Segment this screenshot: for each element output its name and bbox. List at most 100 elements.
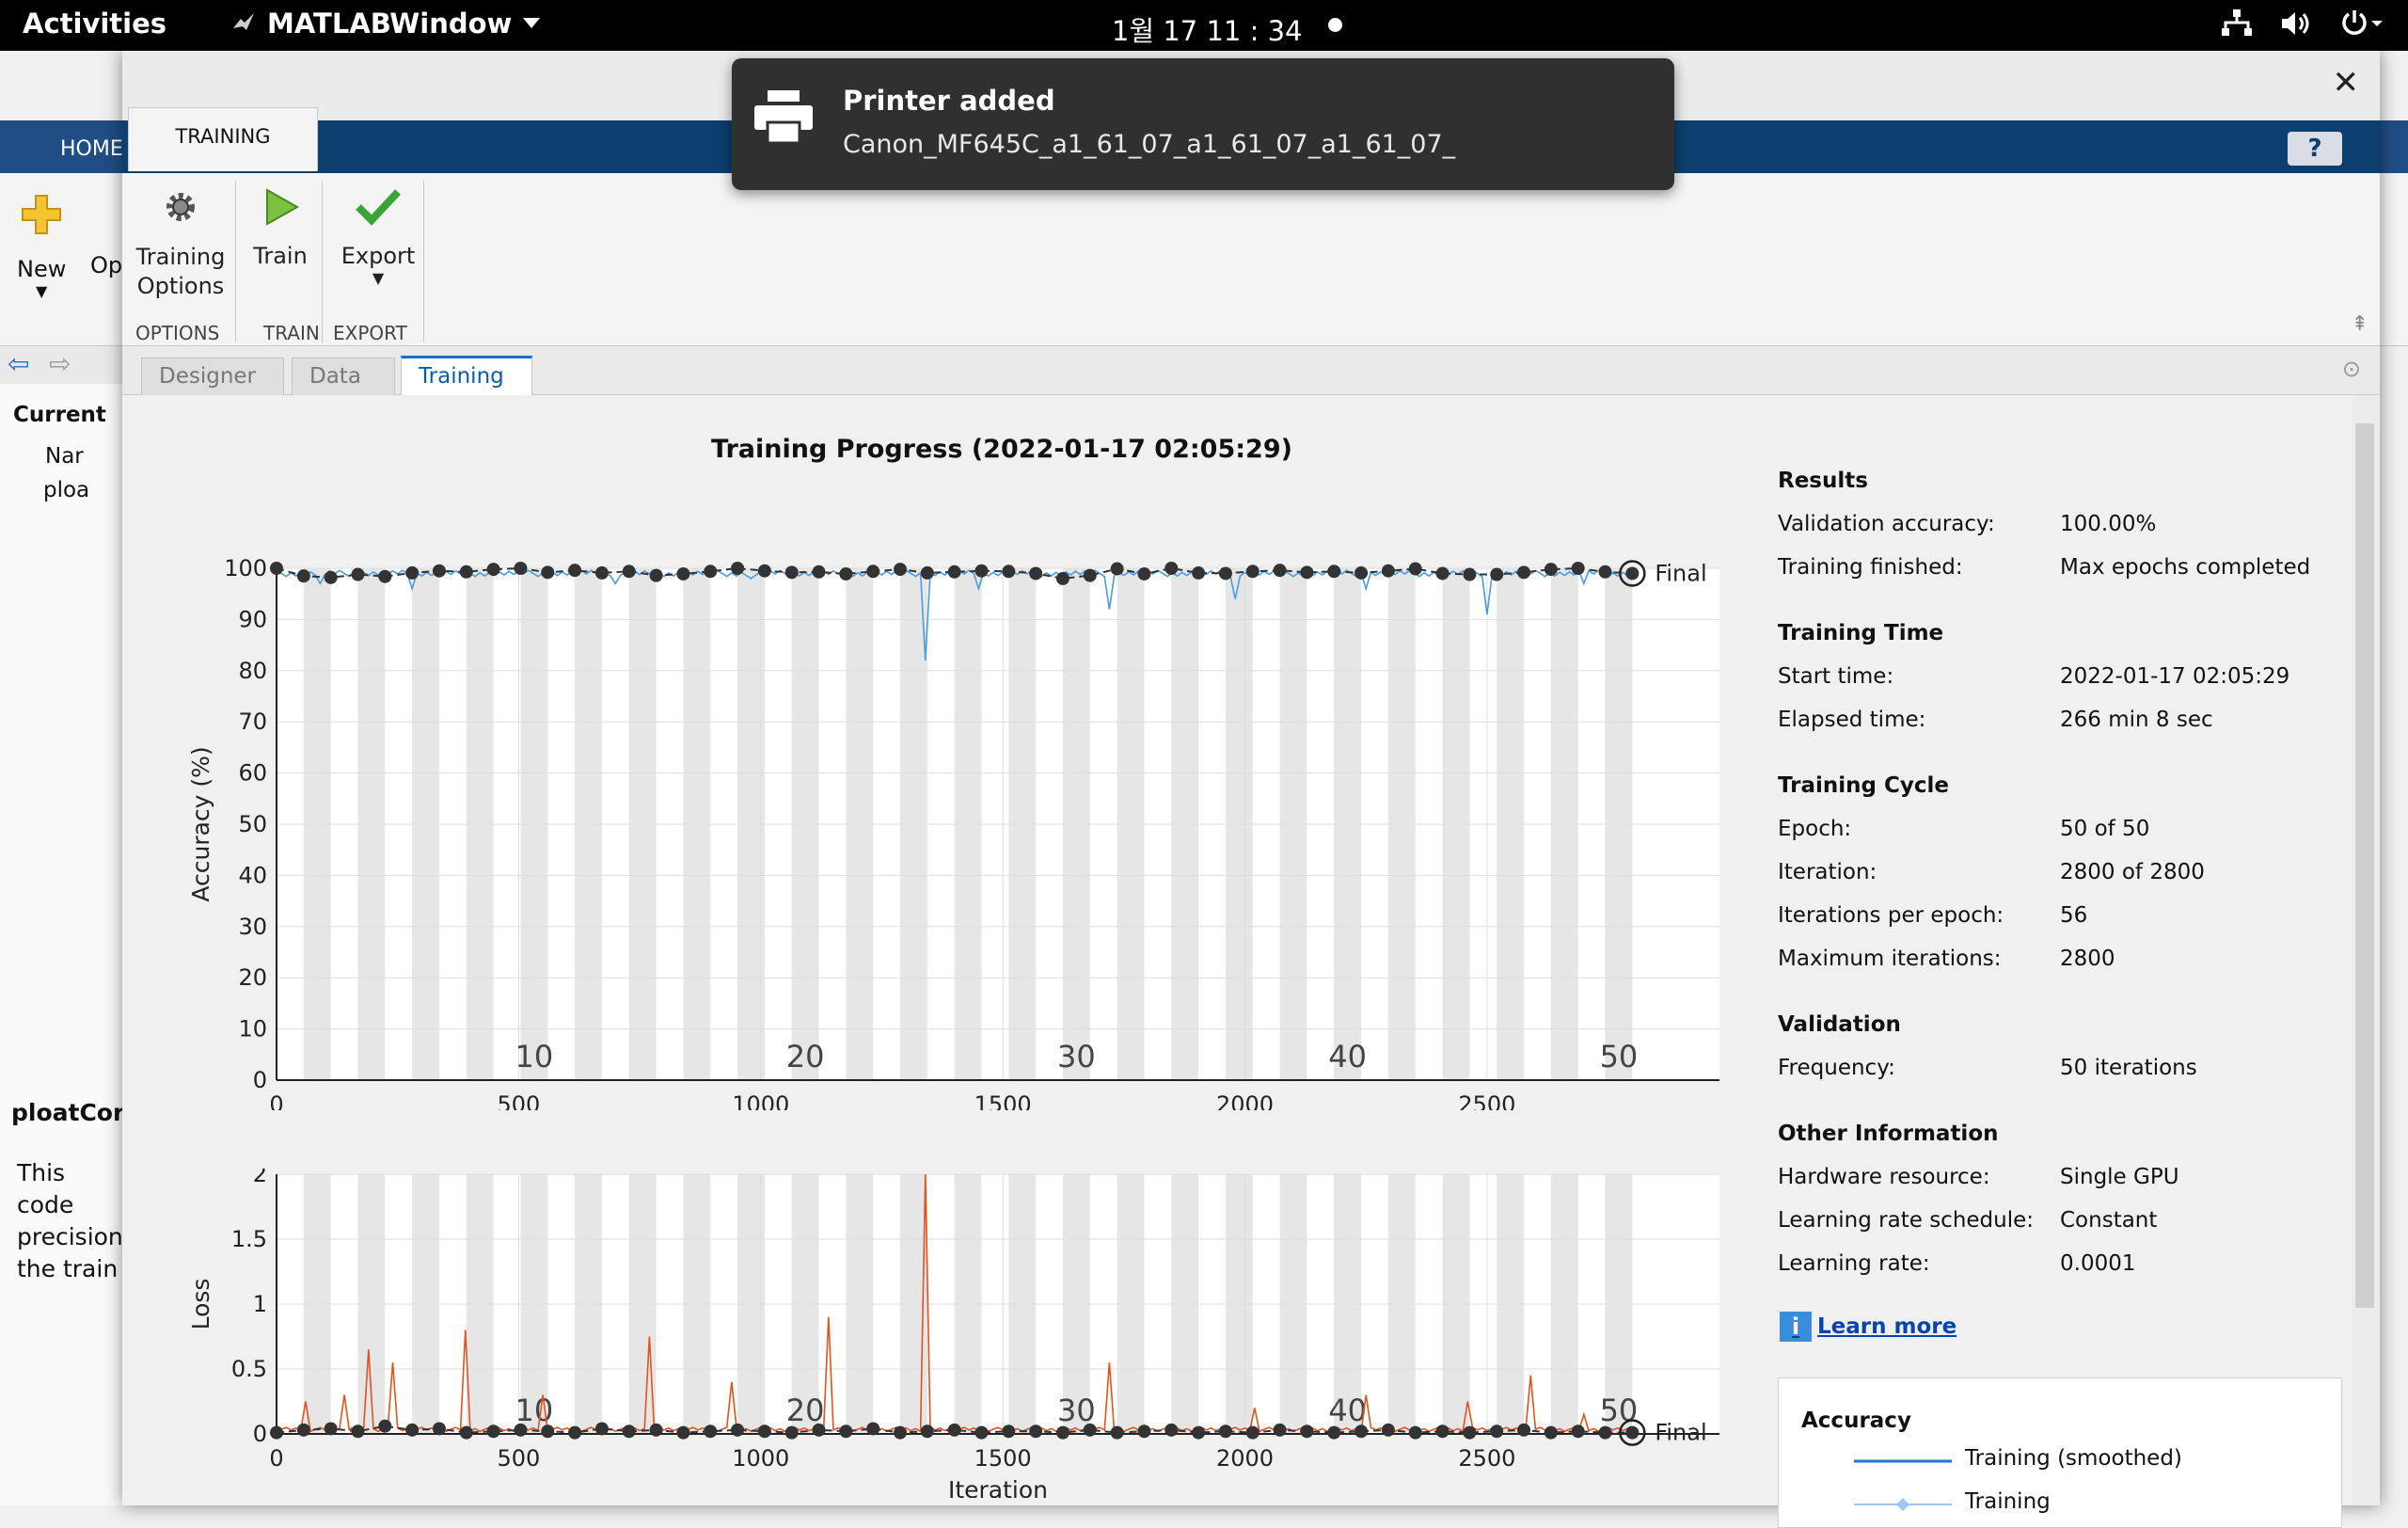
validation-point (974, 564, 989, 578)
validation-point (1002, 1425, 1016, 1439)
validation-point (1571, 562, 1585, 575)
y-tick-label: 60 (238, 760, 267, 787)
new-button[interactable]: New ▼ (17, 192, 66, 300)
tab-options-icon[interactable]: ⊙ (2342, 356, 2361, 382)
y-tick-label: 0.5 (231, 1356, 267, 1382)
clock[interactable]: 1월 17 11 : 34 (1112, 9, 1302, 49)
app-menu-label: MATLABWindow (267, 8, 513, 40)
loss-chart: 10 20 30 40 50Final00.511.520 500 1000 1500 2000… (187, 1169, 1719, 1498)
results-label: Maximum iterations: (1778, 947, 2002, 971)
results-section-title: Training Cycle (1778, 773, 1950, 798)
results-value: 100.00% (2060, 512, 2157, 536)
document-tabs: Designer Data Training ⊙ (122, 346, 2380, 396)
validation-point (1354, 1425, 1369, 1439)
validation-point (866, 1422, 880, 1436)
validation-point (757, 564, 771, 578)
close-icon[interactable]: ✕ (2333, 64, 2360, 102)
validation-point (812, 1423, 826, 1437)
validation-point (1544, 563, 1558, 577)
current-folder-title: Current (13, 403, 106, 427)
validation-point (459, 1425, 473, 1440)
tab-designer[interactable]: Designer (141, 358, 284, 395)
open-button-label[interactable]: Op (90, 252, 122, 279)
network-icon[interactable] (2222, 9, 2252, 38)
volume-icon[interactable] (2280, 9, 2312, 38)
name-column-header[interactable]: Nar (45, 444, 84, 469)
y-tick-label: 20 (238, 964, 267, 991)
tab-training-progress[interactable]: Training (401, 356, 532, 396)
export-button[interactable]: Export ▼ (331, 186, 425, 287)
validation-point (731, 562, 745, 575)
results-label: Frequency: (1778, 1056, 1895, 1080)
x-tick-label: 2000 (1216, 1445, 1274, 1472)
details-title: ploatCor (11, 1099, 125, 1126)
back-arrow-icon[interactable]: ⇦ (8, 348, 29, 379)
validation-point (1544, 1425, 1558, 1440)
vertical-scrollbar[interactable] (2352, 395, 2380, 1505)
validation-point (1327, 565, 1341, 579)
validation-point (676, 1425, 690, 1440)
tab-data[interactable]: Data (292, 358, 395, 395)
x-tick-label: 2500 (1458, 1445, 1515, 1472)
validation-point (568, 564, 582, 578)
notification-body: Canon_MF645C_a1_61_07_a1_61_07_a1_61_07_ (843, 130, 1456, 159)
group-label-train: TRAIN (263, 322, 320, 344)
epoch-label: 40 (1328, 1393, 1367, 1428)
x-tick-label: 0 (269, 1091, 283, 1110)
tab-home[interactable]: HOME (60, 137, 123, 161)
validation-point (757, 1425, 771, 1439)
x-tick-label: 1000 (732, 1445, 789, 1472)
validation-point (622, 565, 636, 579)
legend: Accuracy Training (smoothed) Training (1778, 1377, 2342, 1528)
validation-point (947, 565, 961, 579)
deep-network-designer-window: ✕ ? TRAINING Training Options Train Expo… (122, 51, 2380, 1528)
legend-swatch-training (1854, 1498, 1952, 1511)
training-options-label-line: Training (135, 244, 226, 270)
app-menu[interactable]: MATLABWindow (231, 8, 541, 40)
train-button[interactable]: Train (245, 186, 316, 269)
results-value: 56 (2060, 903, 2088, 928)
validation-point (974, 1425, 989, 1440)
validation-point (1164, 562, 1179, 575)
validation-point (839, 1425, 853, 1439)
validation-point (1218, 1425, 1232, 1439)
validation-point (324, 570, 338, 584)
validation-point (894, 1425, 908, 1440)
training-options-button[interactable]: Training Options (135, 186, 226, 301)
epoch-label: 20 (786, 1039, 825, 1074)
validation-point (1327, 1425, 1341, 1440)
help-button[interactable]: ? (2288, 132, 2342, 166)
validation-point (1192, 1425, 1206, 1440)
validation-point (270, 1425, 283, 1440)
validation-point (1218, 566, 1232, 581)
validation-point (1083, 568, 1097, 582)
epoch-label: 20 (786, 1393, 825, 1428)
y-tick-label: 1 (253, 1291, 267, 1317)
validation-point (1381, 564, 1395, 578)
validation-point (1354, 565, 1369, 580)
validation-point (432, 1422, 446, 1436)
validation-point (622, 1425, 636, 1439)
activities-button[interactable]: Activities (23, 8, 166, 40)
details-text: This code precision the train (17, 1157, 124, 1285)
power-icon[interactable] (2340, 9, 2385, 38)
group-label-export: EXPORT (333, 322, 407, 344)
epoch-label: 50 (1600, 1039, 1639, 1074)
validation-point (351, 567, 365, 581)
ribbon-divider (423, 181, 424, 342)
chevron-down-icon: ▼ (372, 269, 385, 287)
tab-training[interactable]: TRAINING (128, 107, 318, 171)
nav-toolbar: ⇦ ⇨ (0, 346, 124, 384)
validation-point (704, 1425, 718, 1439)
printer-notification[interactable]: Printer added Canon_MF645C_a1_61_07_a1_6… (732, 58, 1674, 190)
learn-more-link[interactable]: i Learn more (1780, 1312, 1956, 1342)
file-list-item[interactable]: ploa (43, 478, 89, 502)
validation-point (784, 1425, 799, 1440)
printer-icon (754, 90, 813, 143)
system-tray[interactable] (2222, 9, 2385, 38)
forward-arrow-icon[interactable]: ⇨ (49, 348, 71, 379)
collapse-ribbon-icon[interactable]: ⇞ (2352, 312, 2368, 336)
validation-point (1245, 565, 1259, 579)
validation-point (1300, 565, 1314, 580)
scrollbar-thumb[interactable] (2355, 423, 2374, 1308)
